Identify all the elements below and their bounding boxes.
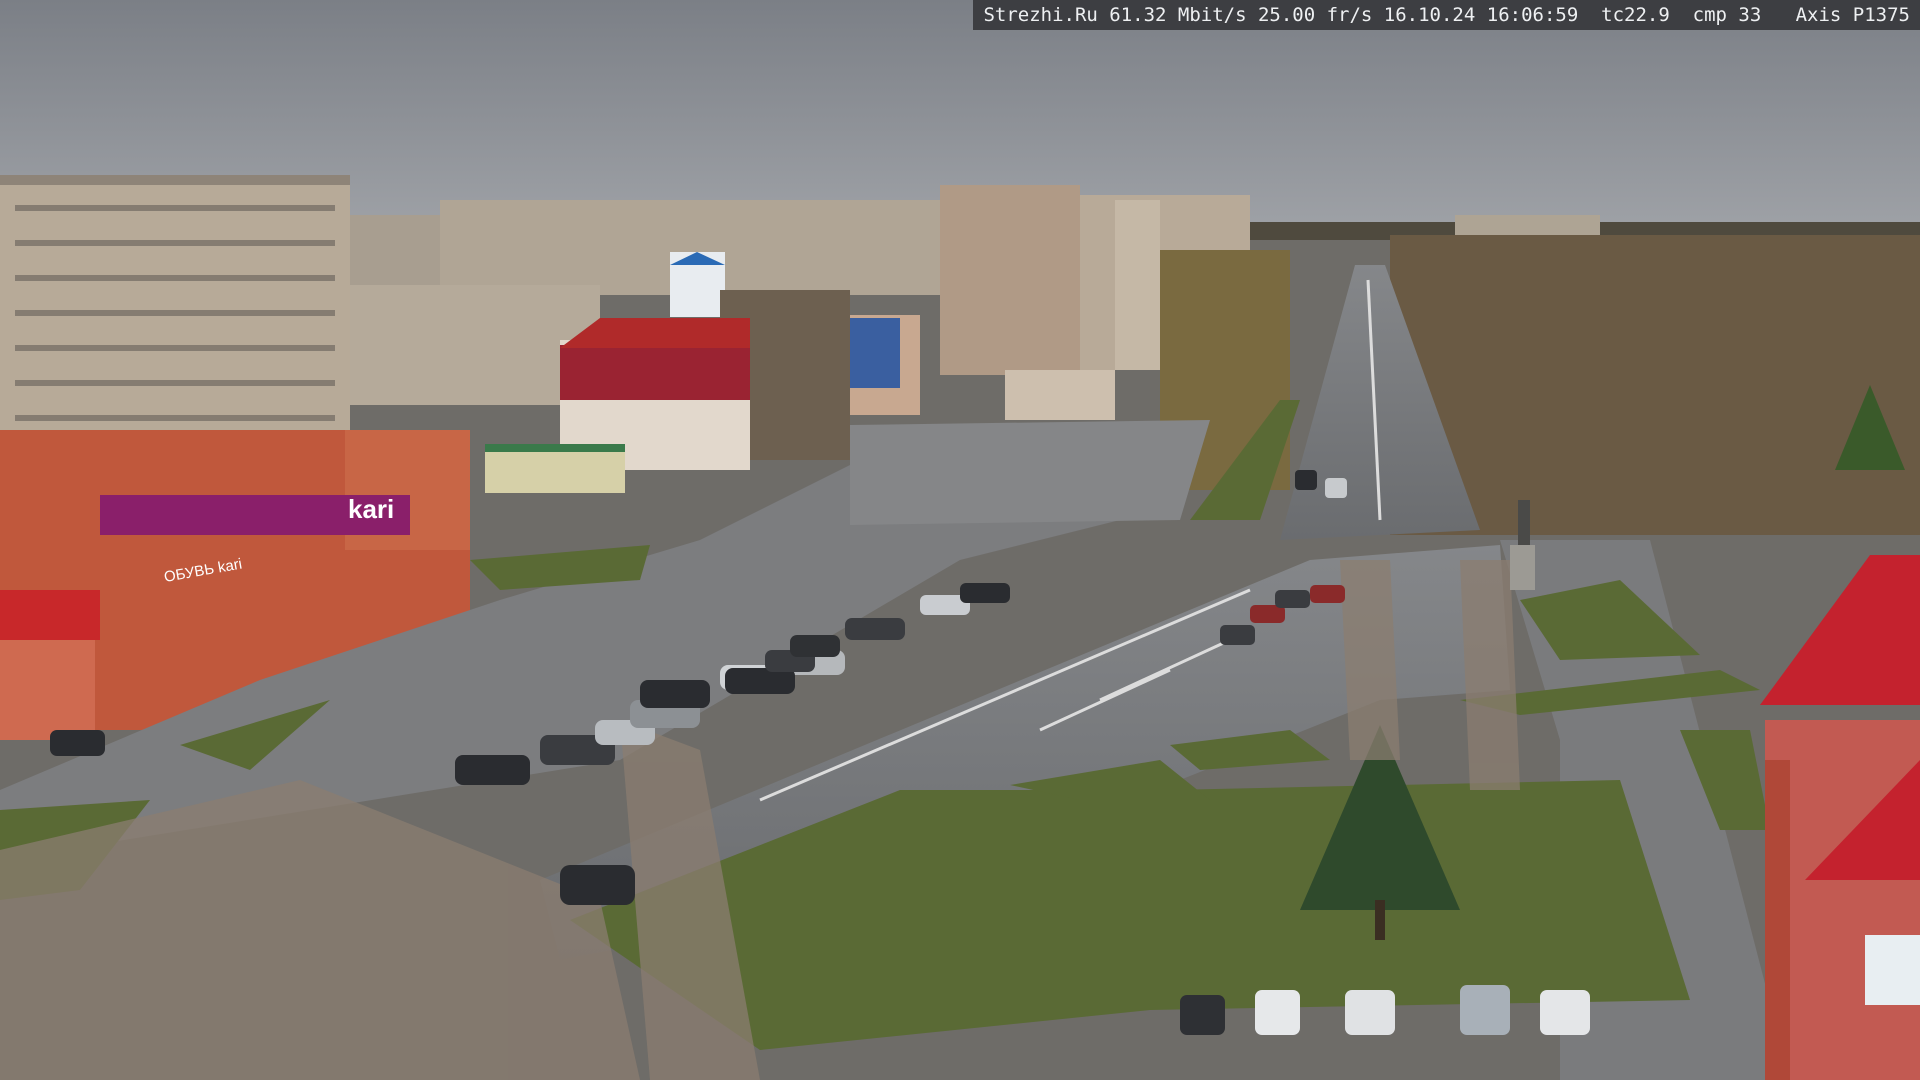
camera-info-overlay: Strezhi.Ru 61.32 Mbit/s 25.00 fr/s 16.10… xyxy=(973,0,1920,30)
square-upper xyxy=(850,420,1210,525)
store-sign: kari xyxy=(348,494,394,524)
street-scene: kari ОБУВЬ kari xyxy=(0,0,1920,1080)
camera-frame: kari ОБУВЬ kari Strezhi.Ru 61.32 Mbit/s … xyxy=(0,0,1920,1080)
